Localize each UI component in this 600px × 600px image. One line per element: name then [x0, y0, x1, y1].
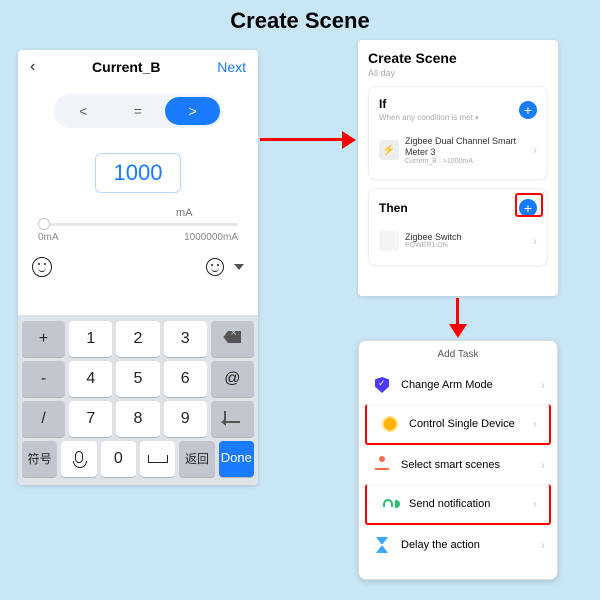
- key-mic[interactable]: [61, 441, 96, 477]
- add-task-title: Add Task: [359, 349, 557, 360]
- smiley-icon[interactable]: [206, 258, 224, 276]
- condition-row[interactable]: ⚡ Zigbee Dual Channel Smart Meter 3 Curr…: [379, 132, 537, 169]
- phone-screen-add-task: Add Task Change Arm Mode › Control Singl…: [358, 340, 558, 580]
- chevron-right-icon: ›: [541, 538, 545, 552]
- task-label: Select smart scenes: [401, 459, 500, 471]
- arrow-top-to-bottom: [448, 298, 468, 338]
- key-3[interactable]: 3: [164, 321, 207, 357]
- key-space[interactable]: [140, 441, 175, 477]
- comparator-segmented: < = >: [53, 94, 223, 128]
- backspace-icon: [223, 331, 241, 343]
- key-back[interactable]: 返回: [179, 441, 214, 477]
- numeric-keyboard: + 1 2 3 - 4 5 6 @ / 7 8 9 符号 0 返回 Done: [18, 315, 258, 485]
- range-min-label: 0mA: [38, 232, 59, 243]
- task-change-arm-mode[interactable]: Change Arm Mode ›: [359, 366, 557, 404]
- space-icon: [148, 455, 168, 463]
- value-slider[interactable]: [38, 223, 238, 226]
- add-condition-button[interactable]: +: [519, 101, 537, 119]
- key-slash[interactable]: /: [22, 401, 65, 437]
- chevron-right-icon: ›: [533, 417, 537, 431]
- chevron-right-icon: ›: [541, 458, 545, 472]
- hourglass-icon: [373, 536, 391, 554]
- value-input[interactable]: 1000: [95, 153, 181, 193]
- comparator-less-than[interactable]: <: [56, 97, 111, 125]
- task-delay-action[interactable]: Delay the action ›: [359, 525, 557, 564]
- key-6[interactable]: 6: [164, 361, 207, 397]
- task-send-notification[interactable]: Send notification ›: [365, 484, 551, 525]
- phone-screen-create-scene: Create Scene All day If When any conditi…: [358, 40, 558, 296]
- key-done[interactable]: Done: [219, 441, 254, 477]
- chevron-right-icon: ›: [533, 497, 537, 511]
- key-5[interactable]: 5: [116, 361, 159, 397]
- sticker-icon[interactable]: [32, 257, 52, 277]
- condition-device-sub: Current_B : >1000mA: [405, 158, 527, 165]
- key-4[interactable]: 4: [69, 361, 112, 397]
- task-label: Change Arm Mode: [401, 379, 493, 391]
- keyboard-collapse-icon[interactable]: [234, 264, 244, 270]
- task-label: Send notification: [409, 498, 490, 510]
- then-title: Then: [379, 201, 408, 215]
- key-at[interactable]: @: [211, 361, 254, 397]
- condition-device-name: Zigbee Dual Channel Smart Meter 3: [405, 136, 527, 158]
- task-select-smart-scenes[interactable]: Select smart scenes ›: [359, 445, 557, 484]
- next-button[interactable]: Next: [217, 59, 246, 75]
- screen-title: Current_B: [92, 59, 160, 75]
- action-device-sub: POWER1:ON: [405, 242, 527, 249]
- action-device-name: Zigbee Switch: [405, 232, 527, 243]
- key-return[interactable]: [211, 401, 254, 437]
- key-2[interactable]: 2: [116, 321, 159, 357]
- highlight-add-action: [515, 193, 543, 217]
- scene-icon: [373, 456, 391, 474]
- range-max-label: 1000000mA: [184, 232, 238, 243]
- lightbulb-icon: [381, 415, 399, 433]
- create-scene-subtitle: All day: [368, 68, 548, 78]
- comparator-greater-than[interactable]: >: [165, 97, 220, 125]
- if-title: If: [379, 97, 479, 111]
- key-plus[interactable]: +: [22, 321, 65, 357]
- task-label: Delay the action: [401, 539, 480, 551]
- key-symbols[interactable]: 符号: [22, 441, 57, 477]
- action-row[interactable]: Zigbee Switch POWER1:ON ›: [379, 227, 537, 255]
- slider-thumb[interactable]: [38, 218, 50, 230]
- chevron-right-icon: ›: [541, 378, 545, 392]
- then-card: Then + Zigbee Switch POWER1:ON ›: [368, 188, 548, 266]
- key-backspace[interactable]: [211, 321, 254, 357]
- key-1[interactable]: 1: [69, 321, 112, 357]
- key-9[interactable]: 9: [164, 401, 207, 437]
- key-8[interactable]: 8: [116, 401, 159, 437]
- arrow-left-to-right: [260, 130, 356, 150]
- if-card: If When any condition is met ▾ + ⚡ Zigbe…: [368, 86, 548, 180]
- page-title: Create Scene: [0, 8, 600, 34]
- key-0[interactable]: 0: [101, 441, 136, 477]
- comparator-equal[interactable]: =: [111, 97, 166, 125]
- back-button[interactable]: ‹: [30, 58, 35, 76]
- task-label: Control Single Device: [409, 418, 515, 430]
- mic-icon: [75, 451, 83, 463]
- return-icon: [224, 411, 240, 423]
- create-scene-title: Create Scene: [368, 50, 548, 66]
- value-unit: mA: [176, 207, 193, 219]
- chevron-right-icon: ›: [533, 234, 537, 248]
- key-7[interactable]: 7: [69, 401, 112, 437]
- task-control-single-device[interactable]: Control Single Device ›: [365, 404, 551, 445]
- device-icon: [379, 231, 399, 251]
- device-icon: ⚡: [379, 140, 399, 160]
- chevron-right-icon: ›: [533, 143, 537, 157]
- shield-icon: [373, 376, 391, 394]
- phone-notify-icon: [381, 495, 399, 513]
- phone-screen-condition: ‹ Current_B Next < = > 1000 mA 0mA 10000…: [18, 50, 258, 485]
- key-minus[interactable]: -: [22, 361, 65, 397]
- if-subtitle: When any condition is met ▾: [379, 113, 479, 122]
